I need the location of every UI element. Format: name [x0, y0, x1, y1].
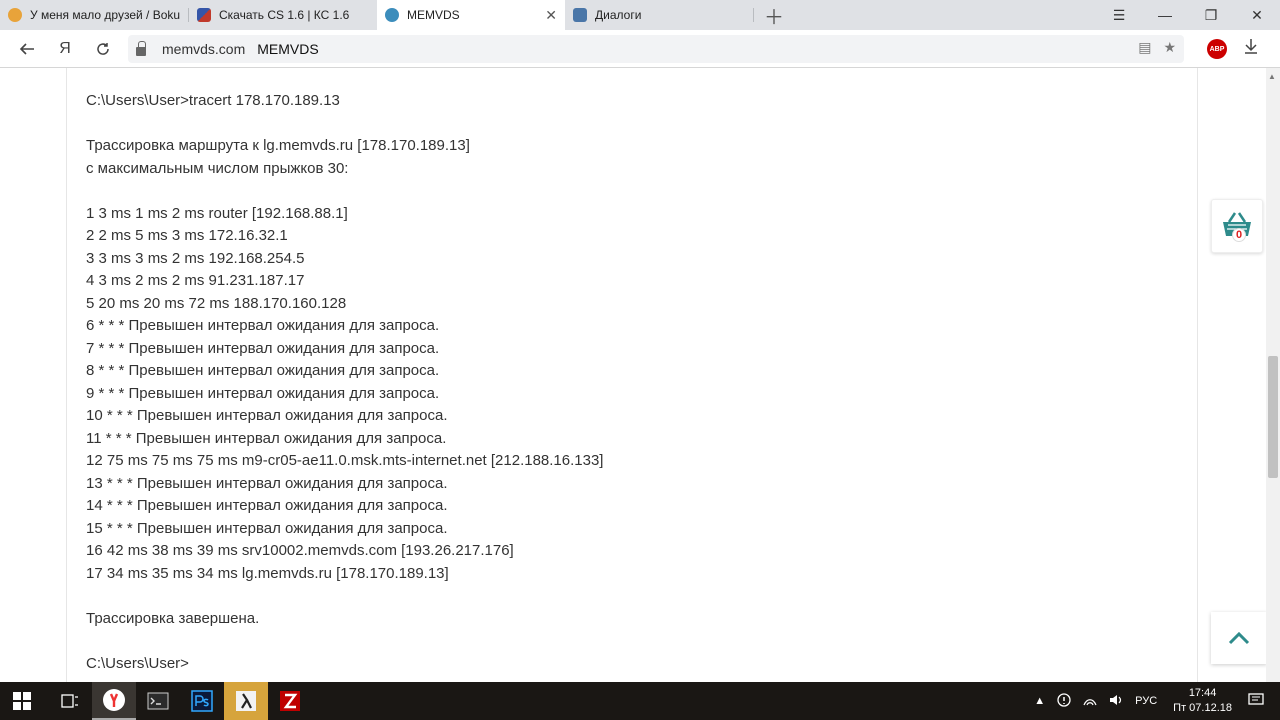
url-field[interactable]: memvds.com MEMVDS ▤ ★ — [128, 35, 1184, 63]
clock[interactable]: 17:44 Пт 07.12.18 — [1173, 686, 1232, 716]
output-line: 8 * * * Превышен интервал ожидания для з… — [86, 362, 440, 379]
page-content: C:\Users\User>tracert 178.170.189.13 Трас… — [0, 68, 1280, 682]
arrow-left-icon — [19, 42, 34, 55]
content-sheet: C:\Users\User>tracert 178.170.189.13 Трас… — [66, 68, 1198, 682]
cs-icon — [197, 8, 211, 22]
scroll-up-arrow-icon[interactable]: ▲ — [1268, 72, 1276, 81]
network-icon[interactable] — [1083, 694, 1097, 709]
output-line: 4 3 ms 2 ms 2 ms 91.231.187.17 — [86, 272, 305, 289]
restore-icon[interactable]: ❐ — [1188, 0, 1234, 30]
clock-date: Пт 07.12.18 — [1173, 702, 1232, 714]
adblock-icon[interactable]: ABP — [1207, 39, 1227, 59]
new-tab-button[interactable]: ＋ — [754, 0, 794, 30]
cart-count: 0 — [1232, 228, 1246, 242]
lock-icon — [136, 40, 146, 56]
tray-expand-icon[interactable]: ▲ — [1034, 695, 1045, 707]
yandex-button[interactable]: Я — [46, 30, 84, 68]
output-line: Трассировка маршрута к lg.memvds.ru [178… — [86, 137, 470, 154]
task-view-icon — [61, 694, 78, 708]
adblock-label: ABP — [1209, 45, 1225, 53]
tab-label: MEMVDS — [407, 8, 460, 22]
output-line: 1 3 ms 1 ms 2 ms router [192.168.88.1] — [86, 204, 348, 222]
chat-icon — [573, 8, 587, 22]
filezilla-icon — [280, 691, 300, 711]
url-page-title: MEMVDS — [257, 41, 319, 57]
task-view-button[interactable] — [48, 682, 92, 720]
windows-logo-icon — [13, 692, 31, 710]
tracert-output: C:\Users\User>tracert 178.170.189.13 Трас… — [86, 90, 603, 675]
address-bar: Я memvds.com MEMVDS ▤ ★ ABP — [0, 30, 1280, 68]
photoshop-icon — [191, 690, 213, 712]
download-icon[interactable] — [1244, 38, 1258, 59]
system-tray: ▲ РУС 17:44 Пт 07.12.18 — [1028, 682, 1280, 720]
reload-button[interactable] — [84, 30, 122, 68]
tab-dialogs[interactable]: Диалоги — [565, 0, 753, 30]
taskbar: ▲ РУС 17:44 Пт 07.12.18 — [0, 682, 1280, 720]
chevron-up-icon — [1228, 631, 1250, 645]
output-line: 6 * * * Превышен интервал ожидания для з… — [86, 317, 440, 334]
scrollbar-thumb[interactable] — [1268, 356, 1278, 478]
url-actions: ▤ ★ — [1138, 39, 1176, 56]
output-line: 13 * * * Превышен интервал ожидания для … — [86, 474, 448, 492]
minimize-icon[interactable]: — — [1142, 0, 1188, 30]
yandex-browser-taskbar-button[interactable] — [92, 682, 136, 720]
output-line: 7 * * * Превышен интервал ожидания для з… — [86, 339, 440, 357]
tab-label: У меня мало друзей / Boku — [30, 8, 180, 22]
bookmark-star-icon[interactable]: ★ — [1163, 39, 1176, 56]
language-indicator[interactable]: РУС — [1135, 695, 1157, 707]
tab-cs16[interactable]: Скачать CS 1.6 | КС 1.6 — [189, 0, 377, 30]
close-icon[interactable]: ✕ — [545, 7, 557, 24]
output-line: 5 20 ms 20 ms 72 ms 188.170.160.128 — [86, 294, 347, 312]
face-icon — [8, 8, 22, 22]
output-line: C:\Users\User> — [86, 654, 189, 672]
download-arrow-icon — [1245, 39, 1257, 54]
tab-boku[interactable]: У меня мало друзей / Boku — [0, 0, 188, 30]
filezilla-taskbar-button[interactable] — [268, 682, 312, 720]
hexagon-icon — [385, 8, 399, 22]
cs-game-taskbar-button[interactable] — [224, 682, 268, 720]
url-domain: memvds.com — [162, 41, 246, 57]
menu-icon[interactable]: ☰ — [1096, 0, 1142, 30]
tab-bar: У меня мало друзей / Boku Скачать CS 1.6… — [0, 0, 1280, 30]
notifications-icon[interactable] — [1248, 692, 1264, 710]
clock-time: 17:44 — [1188, 687, 1217, 699]
output-line: 10 * * * Превышен интервал ожидания для … — [86, 407, 448, 424]
output-line: 2 2 ms 5 ms 3 ms 172.16.32.1 — [86, 227, 288, 244]
help-icon[interactable] — [1057, 692, 1071, 710]
back-button[interactable] — [8, 30, 46, 68]
close-window-icon[interactable]: ✕ — [1234, 0, 1280, 30]
volume-icon[interactable] — [1109, 694, 1123, 709]
output-line: 11 * * * Превышен интервал ожидания для … — [86, 429, 447, 447]
output-line: 14 * * * Превышен интервал ожидания для … — [86, 497, 448, 514]
tab-label: Скачать CS 1.6 | КС 1.6 — [219, 8, 350, 22]
output-line: с максимальным числом прыжков 30: — [86, 159, 349, 177]
yandex-browser-icon — [103, 689, 125, 711]
cart-widget[interactable]: 0 — [1211, 199, 1263, 253]
scroll-to-top-button[interactable] — [1211, 612, 1267, 664]
tab-memvds[interactable]: MEMVDS ✕ — [377, 0, 565, 30]
output-line: 9 * * * Превышен интервал ожидания для з… — [86, 384, 440, 402]
reader-mode-icon[interactable]: ▤ — [1138, 39, 1151, 56]
start-button[interactable] — [0, 682, 44, 720]
terminal-icon — [147, 692, 169, 710]
cs-game-icon — [236, 691, 256, 711]
tab-label: Диалоги — [595, 8, 642, 22]
output-line: C:\Users\User>tracert 178.170.189.13 — [86, 92, 340, 109]
output-line: 15 * * * Превышен интервал ожидания для … — [86, 519, 448, 537]
reload-icon — [97, 42, 109, 55]
output-line: 12 75 ms 75 ms 75 ms m9-cr05-ae11.0.msk.… — [86, 452, 604, 469]
terminal-taskbar-button[interactable] — [136, 682, 180, 720]
photoshop-taskbar-button[interactable] — [180, 682, 224, 720]
output-line: 16 42 ms 38 ms 39 ms srv10002.memvds.com… — [86, 542, 514, 559]
output-line: 3 3 ms 3 ms 2 ms 192.168.254.5 — [86, 249, 305, 267]
output-line: Трассировка завершена. — [86, 609, 260, 627]
output-line: 17 34 ms 35 ms 34 ms lg.memvds.ru [178.1… — [86, 564, 449, 582]
window-controls: ☰ — ❐ ✕ — [1096, 0, 1280, 30]
